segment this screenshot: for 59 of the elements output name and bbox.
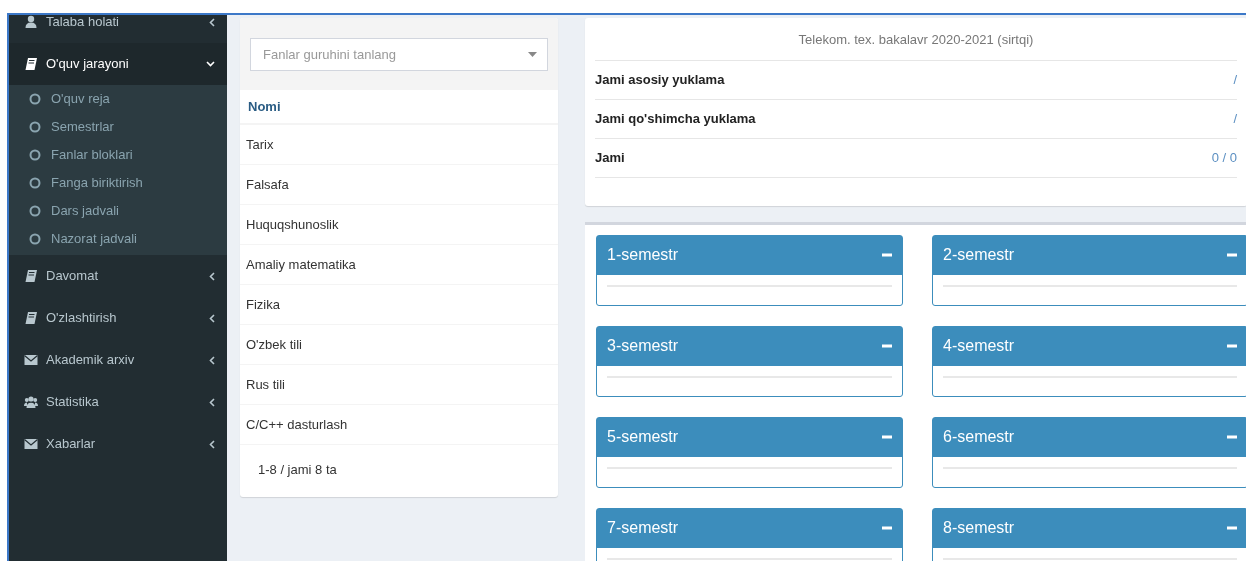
sidebar-item[interactable]: O'zlashtirish: [9, 297, 227, 339]
submenu-item[interactable]: Semestrlar: [9, 113, 227, 141]
user-icon: [24, 15, 38, 29]
table-cell: Rus tili: [240, 365, 558, 405]
book-icon: [24, 269, 38, 283]
summary-value: 0 / 0: [1211, 148, 1237, 167]
panel-title: 7-semestr: [607, 518, 679, 538]
summary-value: /: [1233, 70, 1237, 89]
envelope-icon: [24, 437, 38, 451]
table-cell: Amaliy matematika: [240, 245, 558, 285]
circle-icon: [29, 121, 41, 133]
table-cell: O'zbek tili: [240, 325, 558, 365]
submenu-item[interactable]: Nazorat jadvali: [9, 225, 227, 253]
panel-title: 5-semestr: [607, 427, 679, 447]
panel-title: 4-semestr: [943, 336, 1015, 356]
users-icon: [24, 395, 38, 409]
envelope-icon: [24, 353, 38, 367]
summary-label: Jami qo'shimcha yuklama: [595, 109, 756, 128]
table-cell: Tarix: [240, 125, 558, 165]
sidebar-item[interactable]: Talaba holati: [9, 15, 227, 43]
pagination-summary: 1-8 / jami 8 ta: [257, 461, 338, 479]
summary-title: Telekom. tex. bakalavr 2020-2021 (sirtqi): [595, 28, 1237, 61]
column-header: Nomi: [240, 90, 558, 125]
table-cell: Falsafa: [240, 165, 558, 205]
panel-title: 2-semestr: [943, 245, 1015, 265]
chevron-left-icon: [209, 17, 215, 27]
submenu-item[interactable]: O'quv reja: [9, 85, 227, 113]
submenu-item[interactable]: Fanlar bloklari: [9, 141, 227, 169]
summary-value: /: [1233, 109, 1237, 128]
circle-icon: [29, 205, 41, 217]
submenu-item[interactable]: Fanga biriktirish: [9, 169, 227, 197]
sidebar-item[interactable]: O'quv jarayoni: [9, 43, 227, 85]
summary-label: Jami: [595, 148, 625, 167]
panel-title: 3-semestr: [607, 336, 679, 356]
circle-icon: [29, 177, 41, 189]
caret-down-icon: [528, 52, 537, 57]
circle-icon: [29, 149, 41, 161]
summary-label: Jami asosiy yuklama: [595, 70, 725, 89]
chevron-left-icon: [209, 313, 215, 323]
table-cell: C/C++ dasturlash: [240, 405, 558, 445]
panel-title: 6-semestr: [943, 427, 1015, 447]
sidebar-item[interactable]: Xabarlar: [9, 423, 227, 465]
chevron-left-icon: [209, 397, 215, 407]
sidebar-item[interactable]: Statistika: [9, 381, 227, 423]
panel-title: 8-semestr: [943, 518, 1015, 538]
table-cell: Huquqshunoslik: [240, 205, 558, 245]
submenu-item[interactable]: Dars jadvali: [9, 197, 227, 225]
circle-icon: [29, 93, 41, 105]
panel-title: 1-semestr: [607, 245, 679, 265]
chevron-left-icon: [209, 355, 215, 365]
table-cell: Fizika: [240, 285, 558, 325]
sidebar-item[interactable]: Davomat: [9, 255, 227, 297]
book-icon: [24, 311, 38, 325]
chevron-left-icon: [209, 439, 215, 449]
book-icon: [24, 57, 38, 71]
chevron-down-icon: [206, 61, 215, 67]
chevron-left-icon: [209, 271, 215, 281]
sidebar-item[interactable]: Akademik arxiv: [9, 339, 227, 381]
circle-icon: [29, 233, 41, 245]
